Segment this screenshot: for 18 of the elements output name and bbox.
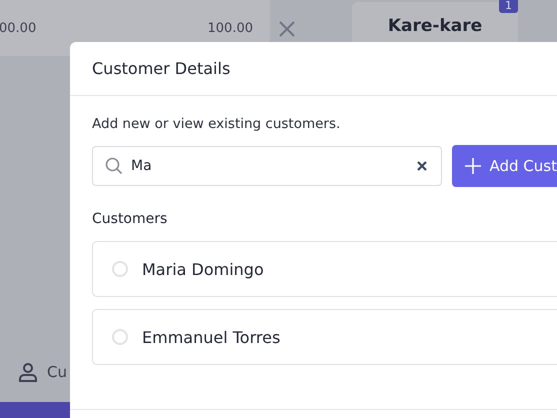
customer-row[interactable]: Emmanuel Torres <box>92 309 557 365</box>
dialog-subtitle: Add new or view existing customers. <box>92 116 342 132</box>
search-field[interactable]: Ma <box>92 146 442 186</box>
clear-icon[interactable] <box>416 161 426 171</box>
menu-item-name: Kare-kare <box>388 16 482 38</box>
section-label: Customers <box>92 211 168 227</box>
close-icon[interactable] <box>278 20 296 38</box>
price-text: 00.00 <box>0 20 36 36</box>
radio-button[interactable] <box>112 261 128 277</box>
count-badge: 1 <box>499 0 518 13</box>
total-text: 100.00 <box>208 20 253 36</box>
person-icon <box>18 362 38 382</box>
radio-button[interactable] <box>112 329 128 345</box>
dialog-title: Customer Details <box>92 59 230 78</box>
customer-row[interactable]: Maria Domingo <box>92 241 557 297</box>
plus-icon <box>464 157 482 175</box>
search-icon <box>105 157 123 175</box>
add-customer-button[interactable]: Add Cust <box>452 145 557 187</box>
